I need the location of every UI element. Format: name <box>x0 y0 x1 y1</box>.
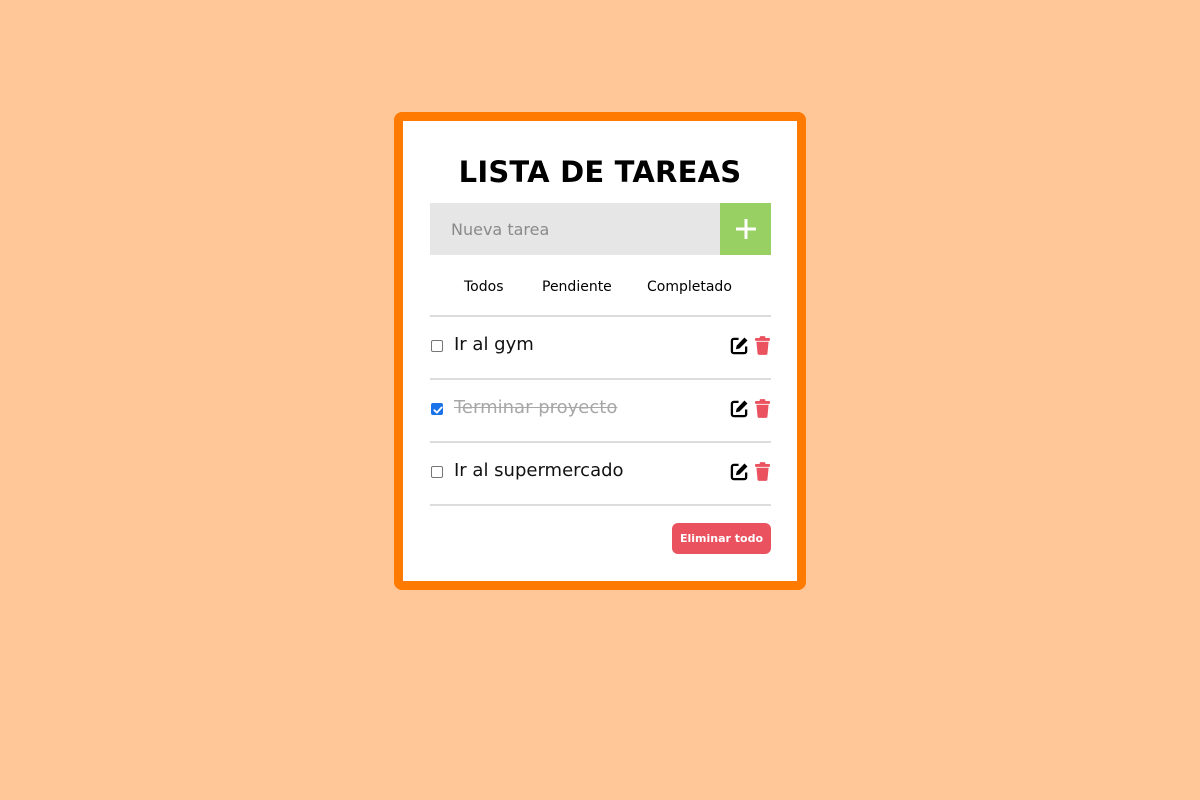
trash-icon[interactable] <box>755 336 770 355</box>
new-task-row <box>430 203 771 255</box>
trash-icon[interactable] <box>755 399 770 418</box>
task-item: Ir al supermercado <box>430 443 771 506</box>
delete-all-button[interactable]: Eliminar todo <box>672 523 771 554</box>
todo-card: LISTA DE TAREAS Todos Pendiente Completa… <box>394 112 806 590</box>
plus-icon <box>735 219 756 239</box>
task-label: Ir al gym <box>454 334 534 355</box>
task-label: Terminar proyecto <box>454 397 618 418</box>
task-item: Terminar proyecto <box>430 380 771 443</box>
tab-pendiente[interactable]: Pendiente <box>542 279 612 295</box>
task-label: Ir al supermercado <box>454 460 624 481</box>
task-checkbox[interactable] <box>431 340 443 352</box>
add-task-button[interactable] <box>720 203 771 255</box>
check-icon <box>433 406 443 414</box>
filter-tabs: Todos Pendiente Completado <box>430 279 771 317</box>
tab-todos[interactable]: Todos <box>464 279 503 295</box>
tab-completado[interactable]: Completado <box>647 279 732 295</box>
task-checkbox[interactable] <box>431 466 443 478</box>
task-checkbox-checked[interactable] <box>431 403 443 415</box>
trash-icon[interactable] <box>755 462 770 481</box>
edit-icon[interactable] <box>730 399 749 418</box>
new-task-input[interactable] <box>430 203 720 255</box>
edit-icon[interactable] <box>730 462 749 481</box>
page-title: LISTA DE TAREAS <box>458 155 742 189</box>
edit-icon[interactable] <box>730 336 749 355</box>
task-item: Ir al gym <box>430 317 771 380</box>
